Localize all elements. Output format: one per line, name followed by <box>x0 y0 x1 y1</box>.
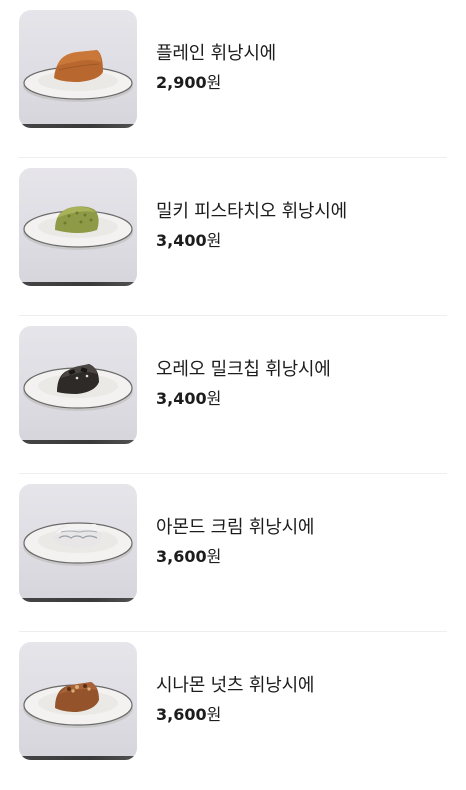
image-bottom-edge <box>19 282 137 286</box>
price-currency: 원 <box>206 73 222 92</box>
item-info: 아몬드 크림 휘낭시에 3,600원 <box>156 515 314 568</box>
image-bottom-edge <box>19 440 137 444</box>
plate-with-cake-illustration <box>23 50 133 102</box>
price-currency: 원 <box>206 705 222 724</box>
item-price: 3,600원 <box>156 546 314 568</box>
product-image[interactable] <box>19 168 137 286</box>
menu-item[interactable]: 밀키 피스타치오 휘낭시에 3,400원 <box>0 158 466 316</box>
item-price: 3,400원 <box>156 388 331 410</box>
item-info: 오레오 밀크칩 휘낭시에 3,400원 <box>156 357 331 410</box>
item-name: 플레인 휘낭시에 <box>156 43 277 64</box>
item-price: 3,400원 <box>156 230 347 252</box>
price-currency: 원 <box>206 231 222 250</box>
menu-item[interactable]: 플레인 휘낭시에 2,900원 <box>0 0 466 158</box>
item-price: 3,600원 <box>156 704 314 726</box>
product-image[interactable] <box>19 326 137 444</box>
price-value: 3,600 <box>156 547 207 566</box>
item-info: 시나몬 넛츠 휘낭시에 3,600원 <box>156 673 314 726</box>
item-info: 플레인 휘낭시에 2,900원 <box>156 41 276 94</box>
menu-list: 플레인 휘낭시에 2,900원 밀키 피스타치오 휘낭시에 3,400원 오레오… <box>0 0 466 773</box>
item-name: 아몬드 크림 휘낭시에 <box>156 517 315 538</box>
menu-item[interactable]: 시나몬 넛츠 휘낭시에 3,600원 <box>0 632 466 790</box>
product-image[interactable] <box>19 642 137 760</box>
menu-item[interactable]: 오레오 밀크칩 휘낭시에 3,400원 <box>0 316 466 474</box>
item-price: 2,900원 <box>156 72 276 94</box>
plate-with-cake-illustration <box>23 522 133 566</box>
price-currency: 원 <box>206 389 222 408</box>
price-currency: 원 <box>206 547 222 566</box>
item-name: 밀키 피스타치오 휘낭시에 <box>156 201 348 222</box>
image-bottom-edge <box>19 124 137 128</box>
item-info: 밀키 피스타치오 휘낭시에 3,400원 <box>156 199 347 252</box>
item-name: 오레오 밀크칩 휘낭시에 <box>156 359 331 380</box>
plate-with-cake-illustration <box>23 206 133 250</box>
menu-item[interactable]: 아몬드 크림 휘낭시에 3,600원 <box>0 474 466 632</box>
plate-with-cake-illustration <box>23 682 133 728</box>
plate-with-cake-illustration <box>23 364 133 411</box>
product-image[interactable] <box>19 10 137 128</box>
image-bottom-edge <box>19 598 137 602</box>
image-bottom-edge <box>19 756 137 760</box>
product-image[interactable] <box>19 484 137 602</box>
price-value: 3,400 <box>156 389 207 408</box>
price-value: 3,400 <box>156 231 207 250</box>
price-value: 3,600 <box>156 705 207 724</box>
item-name: 시나몬 넛츠 휘낭시에 <box>156 675 315 696</box>
price-value: 2,900 <box>156 73 207 92</box>
